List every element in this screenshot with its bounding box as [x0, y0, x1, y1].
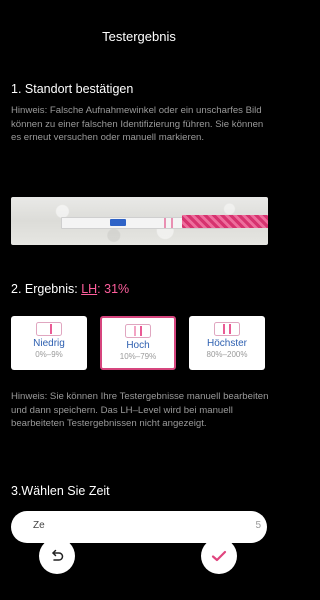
time-value: Ze — [33, 520, 45, 531]
location-hint: Hinweis: Falsche Aufnahmewinkel oder ein… — [11, 105, 264, 143]
strip-window-icon — [36, 322, 62, 336]
option-niedrig[interactable]: Niedrig 0%–9% — [11, 316, 87, 370]
section-time-heading: 3.Wählen Sie Zeit — [11, 484, 110, 498]
lh-percent: : 31% — [97, 282, 130, 296]
edit-hint: Hinweis: Sie können Ihre Testergebnisse … — [11, 391, 269, 429]
option-label: Niedrig — [33, 338, 65, 349]
result-options: Niedrig 0%–9% Hoch 10%–79% Höchster 80%–… — [11, 316, 269, 372]
strip-window-icon — [125, 324, 151, 338]
strip-lines — [162, 218, 176, 228]
option-label: Höchster — [206, 338, 247, 349]
result-line: 2. Ergebnis: LH: 31% — [11, 282, 129, 296]
confirm-button[interactable] — [201, 538, 237, 574]
option-hoch[interactable]: Hoch 10%–79% — [100, 316, 176, 370]
option-hoechster[interactable]: Höchster 80%–200% — [189, 316, 265, 370]
option-label: Hoch — [126, 340, 150, 351]
undo-button[interactable] — [39, 538, 75, 574]
lh-link[interactable]: LH — [81, 282, 97, 296]
check-icon — [211, 550, 227, 562]
time-selector[interactable]: Ze 5 — [11, 511, 267, 543]
result-prefix: 2. Ergebnis: — [11, 282, 82, 296]
page-title: Testergebnis — [102, 29, 176, 44]
strip-window-icon — [214, 322, 240, 336]
option-range: 10%–79% — [119, 352, 157, 361]
strip-handle — [182, 215, 268, 228]
option-range: 0%–9% — [35, 350, 63, 359]
section-confirm-location-heading: 1. Standort bestätigen — [11, 82, 134, 96]
test-strip-photo[interactable] — [11, 197, 268, 245]
strip-logo — [110, 219, 126, 226]
option-range: 80%–200% — [206, 350, 248, 359]
time-value-end: 5 — [255, 520, 261, 531]
undo-icon — [52, 549, 64, 561]
